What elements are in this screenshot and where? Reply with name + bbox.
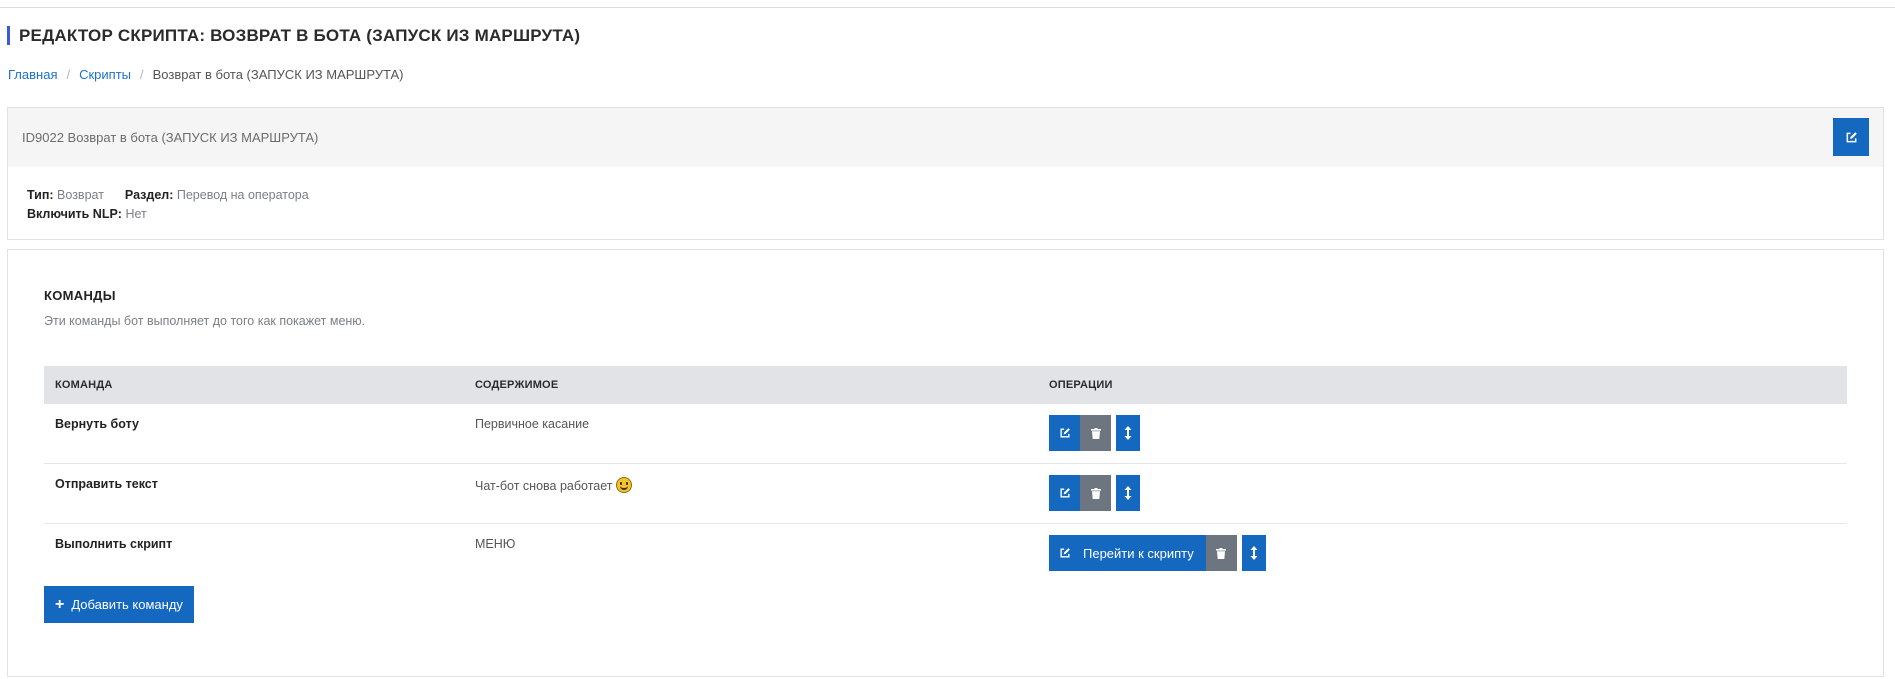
script-id-title: ID9022 Возврат в бота (ЗАПУСК ИЗ МАРШРУТ… [22,130,319,145]
delete-command-button[interactable] [1205,535,1237,571]
pencil-square-icon [1059,488,1070,498]
pencil-square-icon [1846,131,1857,142]
breadcrumb-separator: / [140,67,144,82]
command-content: Чат-бот снова работает [475,479,613,493]
column-header-content: СОДЕРЖИМОЕ [475,379,559,391]
edit-script-button[interactable] [1833,118,1869,156]
top-divider [0,7,1895,8]
operations-group [1049,415,1140,451]
delete-command-button[interactable] [1080,415,1111,451]
operations-group [1049,475,1140,511]
page-title: РЕДАКТОР СКРИПТА: ВОЗВРАТ В БОТА (ЗАПУСК… [7,26,580,45]
section-value: Перевод на оператора [176,188,309,202]
move-command-button[interactable] [1116,415,1140,451]
nlp-label: Включить NLP: [27,207,122,221]
table-row: Отправить текст Чат-бот снова работает [44,464,1847,524]
script-info-body: Тип: Возврат Раздел: Перевод на оператор… [8,167,1883,224]
table-row: Вернуть боту Первичное касание [44,404,1847,464]
breadcrumb-home[interactable]: Главная [8,67,57,83]
operations-cell [1039,464,1847,523]
table-header: КОМАНДА СОДЕРЖИМОЕ ОПЕРАЦИИ [44,366,1847,404]
command-content-cell: Чат-бот снова работает [465,464,1039,523]
vertical-arrows-icon [1124,486,1132,500]
script-info-card: ID9022 Возврат в бота (ЗАПУСК ИЗ МАРШРУТ… [7,107,1884,240]
breadcrumb-current: Возврат в бота (ЗАПУСК ИЗ МАРШРУТА) [152,67,404,82]
add-command-button[interactable]: + Добавить команду [44,586,194,623]
goto-script-button[interactable]: Перейти к скрипту [1049,535,1206,571]
move-command-button[interactable] [1241,535,1266,571]
type-label: Тип: [27,188,54,202]
delete-command-button[interactable] [1080,475,1111,511]
commands-description: Эти команды бот выполняет до того как по… [44,314,366,328]
edit-command-button[interactable] [1049,415,1080,451]
breadcrumb: Главная / Скрипты / Возврат в бота (ЗАПУ… [8,67,404,83]
nlp-value: Нет [125,207,147,221]
trash-icon [1090,487,1101,499]
trash-icon [1216,547,1227,559]
plus-icon: + [55,595,65,613]
operations-cell [1039,404,1847,463]
pencil-square-icon [1060,548,1070,558]
smiling-face-icon [615,477,632,493]
operations-group: Перейти к скрипту [1049,535,1266,571]
add-command-label: Добавить команду [71,597,183,612]
command-name: Вернуть боту [55,417,139,431]
edit-command-button[interactable] [1049,475,1080,511]
commands-table: КОМАНДА СОДЕРЖИМОЕ ОПЕРАЦИИ Вернуть боту… [44,366,1847,584]
breadcrumb-separator: / [66,67,71,82]
command-content: МЕНЮ [475,537,516,551]
section-label: Раздел: [124,188,174,202]
command-name: Выполнить скрипт [55,537,173,551]
table-row: Выполнить скрипт МЕНЮ Перейти к скрипту [44,524,1847,584]
commands-card: КОМАНДЫ Эти команды бот выполняет до тог… [7,249,1884,677]
vertical-arrows-icon [1124,426,1132,440]
operations-cell: Перейти к скрипту [1039,524,1847,584]
column-header-operations: ОПЕРАЦИИ [1049,379,1113,391]
type-value: Возврат [57,188,104,202]
command-content: Первичное касание [475,417,590,431]
vertical-arrows-icon [1250,546,1258,560]
script-info-header: ID9022 Возврат в бота (ЗАПУСК ИЗ МАРШРУТ… [8,108,1883,167]
breadcrumb-scripts[interactable]: Скрипты [79,67,131,83]
pencil-square-icon [1059,428,1070,438]
commands-title: КОМАНДЫ [44,288,116,303]
trash-icon [1090,427,1101,439]
command-name: Отправить текст [55,477,158,491]
column-header-command: КОМАНДА [55,379,113,391]
goto-script-label: Перейти к скрипту [1083,545,1194,561]
move-command-button[interactable] [1116,475,1140,511]
